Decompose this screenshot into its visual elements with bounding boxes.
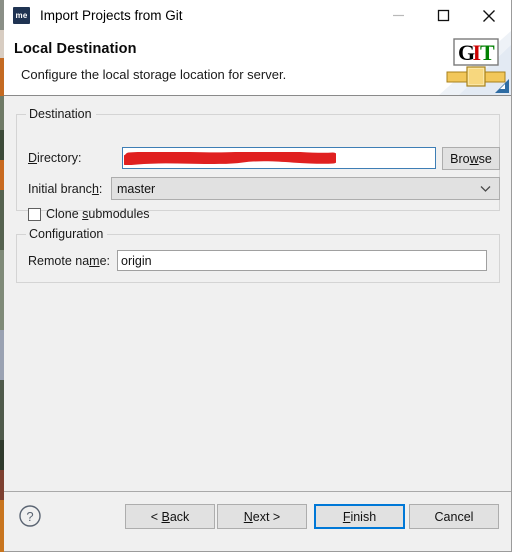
next-button[interactable]: Next > bbox=[217, 504, 307, 529]
app-icon: me bbox=[13, 7, 30, 24]
destination-group-label: Destination bbox=[29, 107, 92, 121]
page-description: Configure the local storage location for… bbox=[21, 67, 287, 82]
page-title: Local Destination bbox=[14, 41, 137, 57]
wizard-header: Local Destination Configure the local st… bbox=[4, 31, 511, 96]
initial-branch-label-mnemonic: h bbox=[91, 182, 99, 196]
browse-button-label-pre: Bro bbox=[450, 151, 470, 166]
browse-button-mnemonic: w bbox=[469, 151, 479, 166]
maximize-button[interactable] bbox=[421, 0, 466, 31]
clone-submodules-checkbox[interactable] bbox=[28, 207, 41, 221]
clone-submodules-mnemonic: s bbox=[82, 207, 89, 221]
remote-name-label-pre: Remote na bbox=[28, 254, 90, 268]
initial-branch-combobox[interactable]: master bbox=[111, 177, 500, 200]
destination-group: Destination Directory: Browse Initial br… bbox=[16, 107, 500, 221]
directory-input[interactable] bbox=[122, 147, 436, 169]
help-button[interactable]: ? bbox=[18, 504, 42, 531]
dialog-content: Destination Directory: Browse Initial br… bbox=[4, 96, 511, 491]
initial-branch-label-pre: Initial branc bbox=[28, 182, 92, 196]
window-title: Import Projects from Git bbox=[40, 8, 183, 23]
close-icon bbox=[482, 9, 495, 22]
clone-submodules-label: Clone submodules bbox=[46, 207, 150, 221]
maximize-icon bbox=[437, 9, 450, 22]
browse-button[interactable]: Browse bbox=[442, 147, 500, 170]
back-button[interactable]: < Back bbox=[125, 504, 215, 529]
configuration-group: Configuration Remote name: bbox=[16, 227, 500, 283]
initial-branch-value: master bbox=[117, 181, 156, 196]
initial-branch-label-post: : bbox=[98, 182, 103, 196]
window-controls bbox=[376, 0, 511, 31]
import-projects-from-git-dialog: me Import Projects from Git Local Destin… bbox=[4, 0, 512, 552]
svg-text:?: ? bbox=[26, 509, 33, 524]
configuration-group-label: Configuration bbox=[29, 227, 104, 241]
close-button[interactable] bbox=[466, 0, 511, 31]
back-button-label-pre: < bbox=[150, 509, 162, 524]
svg-text:T: T bbox=[480, 40, 495, 65]
desktop-background-sliver bbox=[0, 0, 4, 552]
browse-button-label-post: se bbox=[478, 151, 492, 166]
dialog-button-bar: ? < Back Next > Finish Cancel bbox=[4, 491, 511, 551]
clone-submodules-row[interactable]: Clone submodules bbox=[28, 207, 150, 221]
remote-name-label-mnemonic: m bbox=[89, 254, 100, 268]
title-bar: me Import Projects from Git bbox=[4, 0, 511, 31]
remote-name-label-post: e: bbox=[99, 254, 111, 268]
remote-name-label: Remote name: bbox=[28, 254, 110, 268]
directory-label-rest: irectory: bbox=[37, 151, 82, 165]
initial-branch-label: Initial branch: bbox=[28, 182, 102, 196]
back-button-mnemonic: B bbox=[161, 509, 170, 524]
directory-label: Directory: bbox=[28, 151, 81, 165]
finish-button-label-post: inish bbox=[350, 509, 377, 524]
remote-name-input[interactable] bbox=[117, 250, 487, 271]
cancel-button[interactable]: Cancel bbox=[409, 504, 499, 529]
minimize-icon bbox=[393, 14, 404, 17]
next-button-mnemonic: N bbox=[243, 509, 253, 524]
next-button-label-post: ext > bbox=[252, 509, 281, 524]
finish-button[interactable]: Finish bbox=[314, 504, 405, 529]
chevron-down-icon bbox=[480, 185, 491, 192]
minimize-button[interactable] bbox=[376, 0, 421, 31]
git-logo-icon: G I T bbox=[439, 31, 511, 95]
back-button-label-post: ack bbox=[169, 509, 190, 524]
git-logo: G I T bbox=[439, 31, 511, 95]
directory-label-mnemonic: D bbox=[28, 151, 38, 165]
help-icon: ? bbox=[19, 505, 41, 527]
